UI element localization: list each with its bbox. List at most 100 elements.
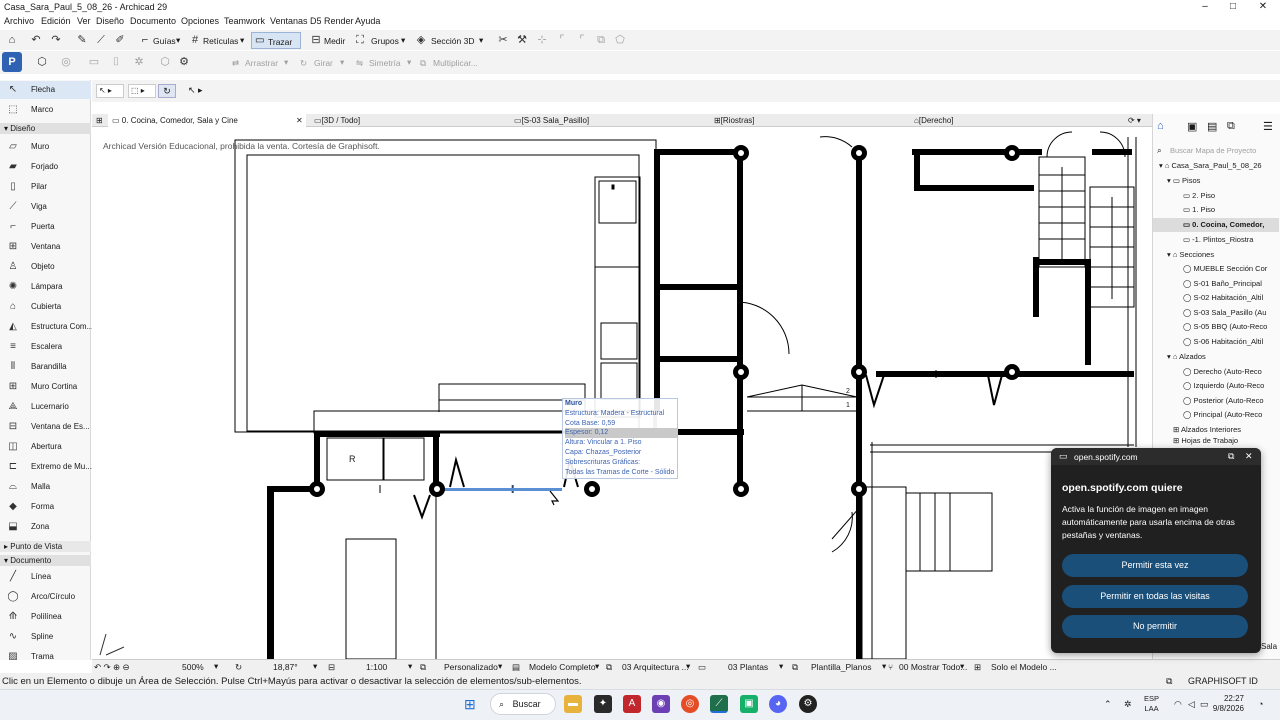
tool-ventana[interactable]: ⊞ Ventana (0, 238, 91, 256)
section-diseno[interactable]: ▾ Diseño (0, 123, 91, 134)
taskbar-search[interactable]: ⌕ Buscar (490, 693, 556, 715)
tree-a2[interactable]: ◯ Izquierdo (Auto-Reco (1183, 379, 1280, 393)
language-indicator[interactable]: ESP LAA (1144, 694, 1159, 714)
graphisoft-id[interactable]: GRAPHISOFT ID (1188, 676, 1258, 686)
scale-value[interactable]: 1:100 (366, 662, 387, 672)
offset-icon[interactable]: ⌜ (574, 32, 590, 48)
volume-icon[interactable]: ◁ (1188, 699, 1195, 710)
app-purple-icon[interactable]: ◉ (652, 695, 670, 713)
tree-secciones[interactable]: ▾ ⌂ Secciones (1167, 248, 1280, 262)
resize-icon[interactable]: ⧉ (593, 32, 609, 48)
tab-floor-plan[interactable]: ▭ 0. Cocina, Comedor, Sala y Cine ✕ (108, 114, 306, 127)
pen-set-value[interactable]: 03 Plantas (728, 662, 768, 672)
tool-linea[interactable]: ╱ Línea (0, 568, 91, 586)
discord-icon[interactable]: ◕ (769, 695, 787, 713)
tool-muro-cortina[interactable]: ⊞ Muro Cortina (0, 378, 91, 396)
tool-forma[interactable]: ◆ Forma (0, 498, 91, 516)
chevron-down-icon[interactable]: ▾ (882, 661, 886, 672)
menu-opciones[interactable]: Opciones (181, 16, 219, 26)
chrome-icon[interactable]: ◎ (681, 695, 699, 713)
chevron-down-icon[interactable]: ▾ (284, 57, 288, 68)
split-icon[interactable]: ⬠ (612, 32, 628, 48)
adjust-icon[interactable]: ⚒ (514, 32, 530, 48)
settings-app-icon[interactable]: ⚙ (799, 695, 817, 713)
tree-project[interactable]: ▾ ⌂ Casa_Sara_Paul_5_08_26 (1159, 159, 1280, 173)
menu-edicion[interactable]: Edición (41, 16, 71, 26)
project-map-icon[interactable]: ⌂ (1157, 120, 1164, 132)
navigator-search[interactable]: ⌕ Buscar Mapa de Proyecto (1155, 144, 1279, 157)
tree-s1[interactable]: ◯ S-01 Baño_Principal (1183, 277, 1280, 291)
structure-value[interactable]: Solo el Modelo ... (991, 662, 1057, 672)
menu-icon[interactable]: ☰ (1263, 120, 1273, 133)
tool-objeto[interactable]: ♙ Objeto (0, 258, 91, 276)
snap-icon[interactable]: ↻ (158, 84, 176, 98)
chevron-down-icon[interactable]: ▾ (214, 661, 218, 672)
chevron-down-icon[interactable]: ▾ (686, 661, 690, 672)
tray-chevron-icon[interactable]: ⌃ (1104, 699, 1112, 710)
zoom-controls-icon[interactable]: ↶ ↷ ⊕ ⊖ (94, 662, 130, 673)
maximize-button[interactable]: □ (1218, 0, 1248, 14)
tool-escalera[interactable]: ≡ Escalera (0, 338, 91, 356)
tab-section[interactable]: ▭[S-03 Sala_Pasillo] (510, 114, 706, 127)
allow-always-button[interactable]: Permitir en todas las visitas (1062, 585, 1248, 608)
cube-icon[interactable]: ⬡ (157, 54, 173, 70)
zoom-value[interactable]: 500% (182, 662, 204, 672)
guides-icon[interactable]: ⌐ (137, 32, 153, 48)
app-green-icon[interactable]: ▣ (740, 695, 758, 713)
tree-alzados[interactable]: ▾ ⌂ Alzados (1167, 350, 1280, 364)
wifi-icon[interactable]: ◠ (1174, 699, 1182, 710)
menu-ventanas[interactable]: Ventanas (270, 16, 308, 26)
cursor-icon[interactable]: ↖ ▸ (188, 84, 208, 98)
marquee-mode-selector[interactable]: ⬚ ▸ (128, 84, 156, 98)
chevron-down-icon[interactable]: ▾ (498, 661, 502, 672)
layer-set-value[interactable]: 03 Arquitectura ... (622, 662, 689, 672)
menu-archivo[interactable]: Archivo (4, 16, 34, 26)
tool-zona[interactable]: ⬓ Zona (0, 518, 91, 536)
tree-s5[interactable]: ◯ S-05 BBQ (Auto-Reco (1183, 320, 1280, 334)
chevron-down-icon[interactable]: ▾ (479, 35, 483, 46)
menu-diseno[interactable]: Diseño (96, 16, 124, 26)
tool-ventana-esquina[interactable]: ⊟ Ventana de Es... (0, 418, 91, 436)
home-icon[interactable]: ⌂ (4, 32, 20, 48)
measure-icon[interactable]: ⊟ (308, 32, 324, 48)
tool-forjado[interactable]: ▰ Forjado (0, 158, 91, 176)
camera-icon[interactable]: ⌷ (108, 54, 124, 70)
tree-a4[interactable]: ◯ Principal (Auto-Reco (1183, 408, 1280, 422)
tool-trama[interactable]: ▨ Trama (0, 648, 91, 660)
tree-alzados-interiores[interactable]: ⊞ Alzados Interiores (1173, 423, 1280, 437)
tree-p0[interactable]: ▭ 0. Cocina, Comedor, (1153, 218, 1279, 232)
window-icon[interactable]: ▭ (86, 54, 102, 70)
undo-icon[interactable]: ↶ (28, 32, 44, 48)
acrobat-icon[interactable]: A (623, 695, 641, 713)
menu-d5-render[interactable]: D5 Render (310, 16, 354, 26)
chevron-down-icon[interactable]: ▾ (176, 35, 180, 46)
tree-s6[interactable]: ◯ S-06 Habitación_Altil (1183, 335, 1280, 349)
tab-list-icon[interactable]: ⊞ (92, 114, 106, 127)
renovation-value[interactable]: 00 Mostrar Todo... (899, 662, 967, 672)
grids-label[interactable]: Retículas (203, 36, 238, 46)
tool-puerta[interactable]: ⌐ Puerta (0, 218, 91, 236)
tool-estructura[interactable]: ◭ Estructura Com... (0, 318, 93, 336)
tool-lucernario[interactable]: ⟁ Lucernario (0, 398, 91, 416)
mirror-label[interactable]: Simetría (369, 58, 401, 68)
floor-plan-canvas[interactable]: Archicad Versión Educacional, prohibida … (92, 127, 1152, 659)
layout-book-icon[interactable]: ▤ (1207, 120, 1217, 133)
deny-button[interactable]: No permitir (1062, 615, 1248, 638)
chevron-down-icon[interactable]: ▾ (407, 57, 411, 68)
tool-flecha[interactable]: ↖ Flecha (0, 81, 91, 99)
allow-once-button[interactable]: Permitir esta vez (1062, 554, 1248, 577)
menu-ayuda[interactable]: Ayuda (355, 16, 380, 26)
open-window-icon[interactable]: ⧉ (1228, 451, 1234, 462)
tool-arco[interactable]: ◯ Arco/Círculo (0, 588, 91, 606)
tree-s2[interactable]: ◯ S-02 Habitación_Altil (1183, 291, 1280, 305)
tool-lampara[interactable]: ✺ Lámpara (0, 278, 91, 296)
tool-abertura[interactable]: ◫ Abertura (0, 438, 91, 456)
file-explorer-icon[interactable]: ▬ (564, 695, 582, 713)
tree-a1[interactable]: ◯ Derecho (Auto-Reco (1183, 365, 1280, 379)
trim-icon[interactable]: ✂ (495, 32, 511, 48)
tree-a3[interactable]: ◯ Posterior (Auto-Reco (1183, 394, 1280, 408)
menu-teamwork[interactable]: Teamwork (224, 16, 265, 26)
model-value[interactable]: Modelo Completo (529, 662, 596, 672)
chevron-down-icon[interactable]: ▾ (960, 661, 964, 672)
close-button[interactable]: ✕ (1248, 0, 1278, 14)
